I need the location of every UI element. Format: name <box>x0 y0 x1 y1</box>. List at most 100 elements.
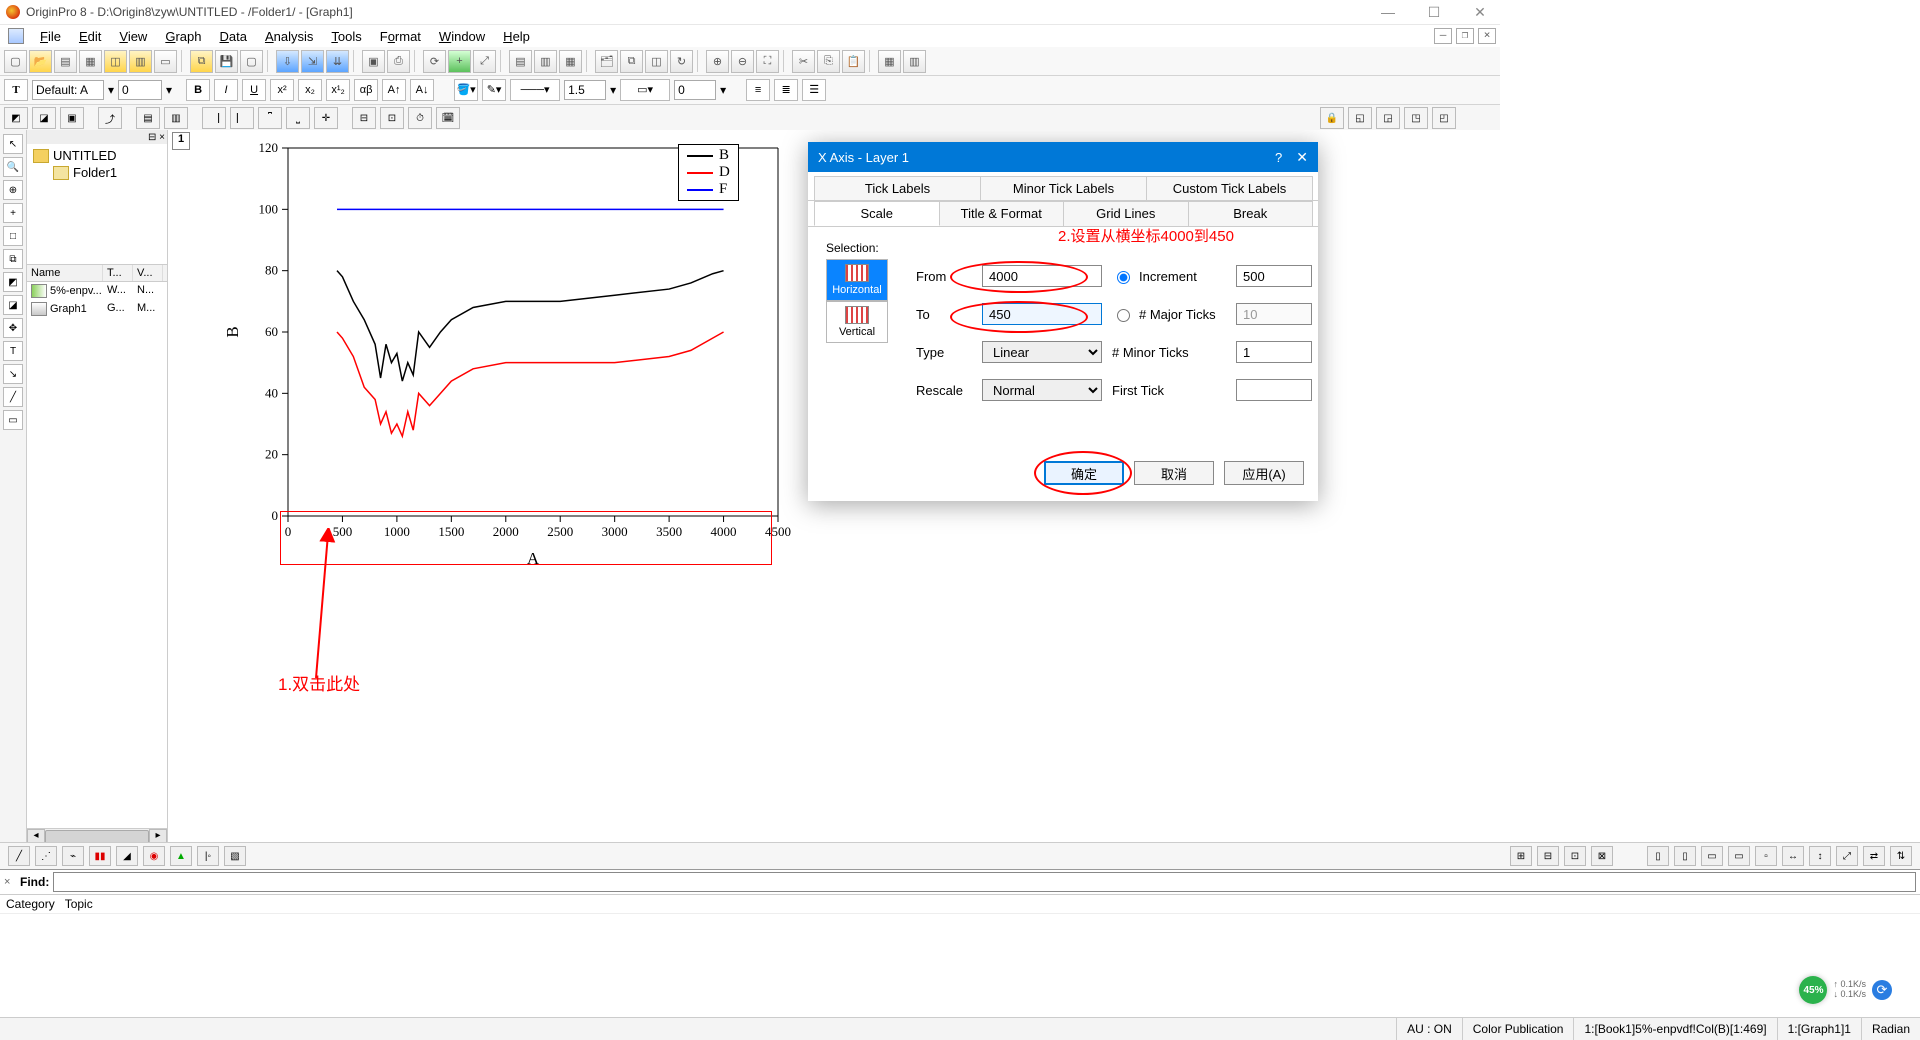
back-icon[interactable]: ◲ <box>1376 107 1400 129</box>
rect-tool-icon[interactable]: ▭ <box>3 410 23 430</box>
maximize-button[interactable]: ☐ <box>1420 4 1448 21</box>
mask-tool-icon[interactable]: ◩ <box>3 272 23 292</box>
graph-workspace[interactable]: 1 05001000150020002500300035004000450002… <box>168 130 1920 845</box>
tab-minor-tick-labels[interactable]: Minor Tick Labels <box>980 176 1147 200</box>
menu-help[interactable]: Help <box>495 27 538 46</box>
child-close-button[interactable]: × <box>1478 28 1496 44</box>
template-plot-icon[interactable]: ▧ <box>224 846 246 866</box>
grid-toggle-icon[interactable]: ▦ <box>878 50 901 73</box>
menu-tools[interactable]: Tools <box>323 27 369 46</box>
underline-button[interactable]: U <box>242 79 266 101</box>
swap-icon[interactable]: ⇄ <box>1863 846 1885 866</box>
menu-analysis[interactable]: Analysis <box>257 27 321 46</box>
new-excel-icon[interactable]: ▦ <box>79 50 102 73</box>
unmask-icon[interactable]: ◪ <box>32 107 56 129</box>
select-horizontal[interactable]: Horizontal <box>826 259 888 301</box>
menu-edit[interactable]: Edit <box>71 27 109 46</box>
align-left-button[interactable]: ≡ <box>746 79 770 101</box>
time-icon[interactable]: ⏱ <box>408 107 432 129</box>
layer-mgr-icon[interactable]: ⊡ <box>1564 846 1586 866</box>
front-icon[interactable]: ◱ <box>1348 107 1372 129</box>
command-window-icon[interactable]: ▥ <box>534 50 557 73</box>
column-plot-icon[interactable]: ▮▮ <box>89 846 111 866</box>
chart-legend[interactable]: B D F <box>678 144 739 201</box>
pointer-tool-icon[interactable]: ↖ <box>3 134 23 154</box>
push-icon[interactable]: ◳ <box>1404 107 1428 129</box>
line-tool-icon[interactable]: ╱ <box>3 387 23 407</box>
same-w-icon[interactable]: ↔ <box>1782 846 1804 866</box>
tab-title-format[interactable]: Title & Format <box>939 201 1065 226</box>
region-tool-icon[interactable]: ◪ <box>3 295 23 315</box>
new-layout-icon[interactable]: ▣ <box>362 50 385 73</box>
font-name-input[interactable] <box>32 80 104 100</box>
reader-tool-icon[interactable]: ⊕ <box>3 180 23 200</box>
import-wizard-icon[interactable]: ⇲ <box>301 50 324 73</box>
symbol-border-button[interactable]: ▭▾ <box>620 79 670 101</box>
new-graph-icon[interactable]: ◫ <box>104 50 127 73</box>
new-dialog-icon[interactable]: ◫ <box>645 50 668 73</box>
mask-icon[interactable]: ◩ <box>4 107 28 129</box>
project-tree[interactable]: UNTITLED Folder1 <box>27 144 167 184</box>
refresh-icon[interactable]: ↻ <box>670 50 693 73</box>
greek-button[interactable]: αβ <box>354 79 378 101</box>
text-add-icon[interactable]: T <box>3 341 23 361</box>
recalc-icon[interactable]: ⟳ <box>423 50 446 73</box>
swap2-icon[interactable]: ⇅ <box>1890 846 1912 866</box>
list-item[interactable]: 5%-enpv... W... N... <box>27 282 167 300</box>
align-lv-icon[interactable]: ▯ <box>1647 846 1669 866</box>
align-center-button[interactable]: ≣ <box>774 79 798 101</box>
percent-badge[interactable]: 45% <box>1799 976 1827 1004</box>
area-plot-icon[interactable]: ◢ <box>116 846 138 866</box>
sub-super-button[interactable]: x¹₂ <box>326 79 350 101</box>
text-tool-icon[interactable]: T <box>4 79 28 101</box>
tab-tick-labels[interactable]: Tick Labels <box>814 176 981 200</box>
cancel-button[interactable]: 取消 <box>1134 461 1214 485</box>
bold-button[interactable]: B <box>186 79 210 101</box>
tab-category[interactable]: Category <box>6 897 55 911</box>
type-select[interactable]: Linear <box>982 341 1102 363</box>
project-explorer-icon[interactable]: 🗂 <box>595 50 618 73</box>
new-matrix-icon[interactable]: ▥ <box>129 50 152 73</box>
fill-color-button[interactable]: 🪣▾ <box>454 79 478 101</box>
new-worksheet-icon[interactable]: ▤ <box>54 50 77 73</box>
align-th-icon[interactable]: ▭ <box>1701 846 1723 866</box>
tab-custom-tick-labels[interactable]: Custom Tick Labels <box>1146 176 1313 200</box>
child-restore-button[interactable]: ❐ <box>1456 28 1474 44</box>
date-icon[interactable]: 🗓 <box>436 107 460 129</box>
decrease-font-button[interactable]: A↓ <box>410 79 434 101</box>
panel-close-icon[interactable]: × <box>159 132 165 143</box>
dialog-close-button[interactable]: ✕ <box>1296 149 1308 166</box>
font-size-input[interactable] <box>118 80 162 100</box>
lock-icon[interactable]: 🔒 <box>1320 107 1344 129</box>
col-name[interactable]: Name <box>27 265 103 281</box>
polar-plot-icon[interactable]: |◦ <box>197 846 219 866</box>
align-ch-icon[interactable]: ▫ <box>1755 846 1777 866</box>
zoom-tool-icon[interactable]: 🔍 <box>3 157 23 177</box>
from-input[interactable] <box>982 265 1102 287</box>
minimize-button[interactable]: — <box>1374 4 1402 21</box>
find-close-icon[interactable]: × <box>4 876 16 888</box>
plot-setup-icon[interactable]: ⊞ <box>1510 846 1532 866</box>
open-template-icon[interactable]: ⧉ <box>190 50 213 73</box>
line-symbol-plot-icon[interactable]: ⌁ <box>62 846 84 866</box>
3d-plot-icon[interactable]: ▲ <box>170 846 192 866</box>
tab-break[interactable]: Break <box>1188 201 1314 226</box>
dialog-help-button[interactable]: ? <box>1275 150 1282 165</box>
merge-icon[interactable]: ▤ <box>136 107 160 129</box>
pull-icon[interactable]: ◰ <box>1432 107 1456 129</box>
increment-input[interactable] <box>1236 265 1312 287</box>
print-icon[interactable]: ⎙ <box>387 50 410 73</box>
results-log-icon[interactable]: ▤ <box>509 50 532 73</box>
align-c-icon[interactable]: ✛ <box>314 107 338 129</box>
distribute-v-icon[interactable]: ⊡ <box>380 107 404 129</box>
save-template-icon[interactable]: 💾 <box>215 50 238 73</box>
new-project-icon[interactable]: ▢ <box>4 50 27 73</box>
scatter-plot-icon[interactable]: ⋰ <box>35 846 57 866</box>
arrange-icon[interactable]: ▥ <box>164 107 188 129</box>
menu-data[interactable]: Data <box>211 27 254 46</box>
save-project-icon[interactable]: ▢ <box>240 50 263 73</box>
select-vertical[interactable]: Vertical <box>826 301 888 343</box>
menu-file[interactable]: FFileile <box>32 27 69 46</box>
pie-plot-icon[interactable]: ◉ <box>143 846 165 866</box>
line-plot-icon[interactable]: ╱ <box>8 846 30 866</box>
